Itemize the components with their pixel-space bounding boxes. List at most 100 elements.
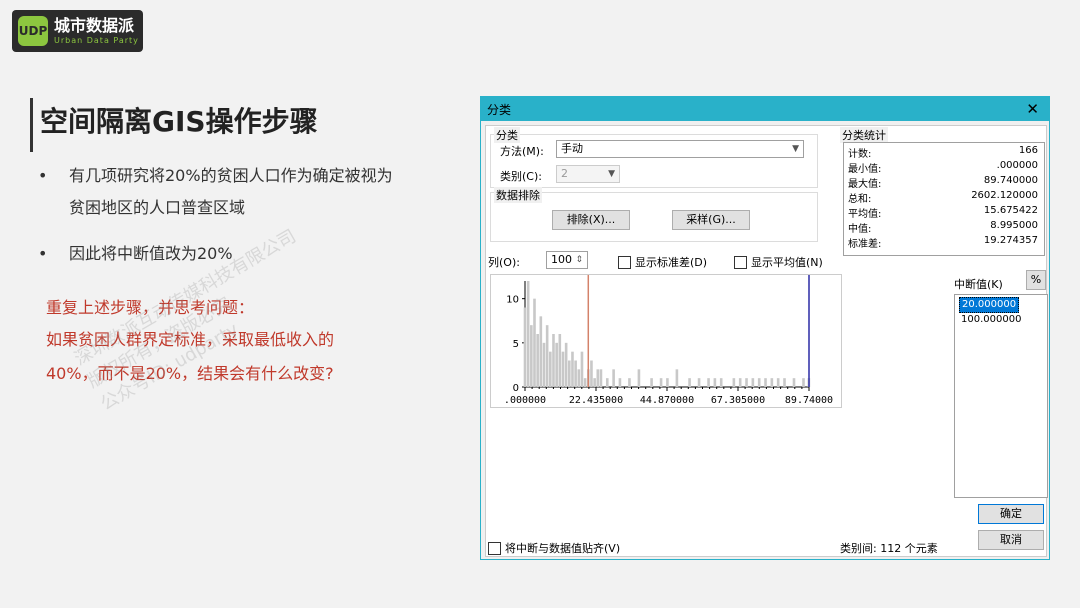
histogram-bar [549,351,552,387]
histogram-bar [605,378,609,387]
classification-group-label: 分类 [494,127,520,143]
histogram-bar [770,378,774,387]
bullet-dot: • [38,166,48,185]
count-label: 类别(C): [500,170,542,183]
x-tick-label: 89.74000 [785,395,833,406]
logo-subtitle: Urban Data Party [54,35,139,45]
histogram-bar [666,378,669,387]
show-mean-checkbox[interactable]: 显示平均值(N) [734,254,823,270]
stat-min: 最小值: .000000 [848,160,1038,175]
histogram-bar [596,369,600,387]
exclude-button[interactable]: 排除(X)... [552,210,630,230]
histogram-bar [745,378,748,387]
question-line-3: 40%，而不是20%，结果会有什么改变? [46,364,334,383]
break-value-item[interactable]: 100.000000 [959,313,1023,327]
histogram-bar [545,325,549,387]
count-select[interactable]: 2 ▼ [556,165,620,183]
checkbox-box[interactable] [734,255,747,269]
cancel-button[interactable]: 取消 [978,530,1044,550]
histogram-bar [802,378,805,387]
break-values-list[interactable]: 20.000000 100.000000 [954,294,1048,498]
stat-value: 89.740000 [983,175,1038,186]
histogram-bar [719,378,723,387]
checkbox-box[interactable] [618,255,631,269]
logo-text: 城市数据派 Urban Data Party [54,15,139,46]
snap-checkbox[interactable]: 将中断与数据值贴齐(V) [488,540,620,556]
histogram-bar [675,369,679,387]
bullet-2-line-1: 因此将中断值改为20% [69,244,233,263]
stat-mean: 平均值: 15.675422 [848,205,1038,220]
histogram-bar [561,351,565,387]
brand-logo: UDP 城市数据派 Urban Data Party [12,10,143,52]
histogram-bar [659,378,663,387]
classification-dialog: 分类 ✕ 分类 方法(M): 手动 ▼ 类别(C): 2 ▼ 数据排除 排除(X… [480,96,1050,560]
histogram-bar [688,378,691,387]
stat-max: 最大值: 89.740000 [848,175,1038,190]
checkbox-box[interactable] [488,541,501,555]
x-tick-label: .000000 [504,395,546,406]
histogram-chart[interactable]: 0 5 10 .000000 22.435000 44.870000 67.305000 89… [491,275,841,407]
y-tick-label: 0 [513,383,519,394]
stat-value: 166 [1018,145,1038,156]
logo-name: 城市数据派 [54,15,135,35]
logo-mark: UDP [18,16,48,46]
class-status: 类别间: 112 个元素 [840,542,938,555]
dialog-titlebar[interactable]: 分类 ✕ [481,97,1049,121]
breaks-label: 中断值(K) [954,278,1003,291]
stat-key: 计数: [848,149,872,160]
stat-key: 标准差: [848,239,882,250]
spinner-icon[interactable]: ⇕ [575,252,583,268]
count-value: 2 [561,167,568,180]
ok-button[interactable]: 确定 [978,504,1044,524]
stat-value: .000000 [996,160,1038,171]
columns-spinner[interactable]: 100 ⇕ [546,251,588,269]
exclusion-group-label: 数据排除 [494,187,542,203]
show-std-checkbox[interactable]: 显示标准差(D) [618,254,707,270]
question-line-1: 重复上述步骤，并思考问题： [46,298,255,317]
dialog-title: 分类 [487,102,512,117]
close-icon[interactable]: ✕ [1026,100,1039,118]
chevron-down-icon: ▼ [608,169,615,179]
sample-button[interactable]: 采样(G)... [672,210,750,230]
histogram-bar [542,342,546,387]
show-mean-label: 显示平均值(N) [751,256,823,269]
method-label: 方法(M): [500,145,544,158]
stat-key: 总和: [848,194,872,205]
histogram-bar [650,378,653,387]
x-tick-label: 22.435000 [569,395,623,406]
histogram-bar [533,298,536,387]
histogram-bar [568,360,571,387]
method-value: 手动 [561,142,583,155]
histogram-bar [637,369,641,387]
histogram-bar [738,378,742,387]
stat-value: 19.274357 [983,235,1038,246]
classification-stats: 计数: 166 最小值: .000000 最大值: 89.740000 总和: 2602… [843,142,1045,256]
columns-label: 列(O): [488,256,520,269]
histogram-bar [599,369,603,387]
histogram-bar [536,334,539,387]
histogram-bar [530,325,533,387]
histogram-bar [577,369,581,387]
break-value-item[interactable]: 20.000000 [959,297,1020,313]
question-line-2: 如果贫困人群界定标准，采取最低收入的 [46,330,335,349]
histogram-bar [552,334,555,387]
histogram-bar [764,378,767,387]
method-select[interactable]: 手动 ▼ [556,140,804,158]
histogram-bar [618,378,622,387]
histogram-bar [593,378,596,387]
y-tick-label: 10 [506,295,519,306]
histogram-bar [574,360,577,387]
histogram-bar [757,378,761,387]
stat-value: 15.675422 [983,205,1038,216]
slide-title: 空间隔离GIS操作步骤 [40,105,318,138]
show-std-label: 显示标准差(D) [635,256,708,269]
histogram-bar [751,378,755,387]
histogram-panel[interactable]: 0 5 10 .000000 22.435000 44.870000 67.305000 89… [490,274,842,408]
stat-key: 最小值: [848,164,882,175]
histogram-bar [776,378,780,387]
histogram-bar [713,378,717,387]
histogram-bar [590,360,593,387]
percent-button[interactable]: % [1026,270,1046,290]
stat-value: 2602.120000 [971,190,1038,201]
x-tick-label: 44.870000 [640,395,694,406]
